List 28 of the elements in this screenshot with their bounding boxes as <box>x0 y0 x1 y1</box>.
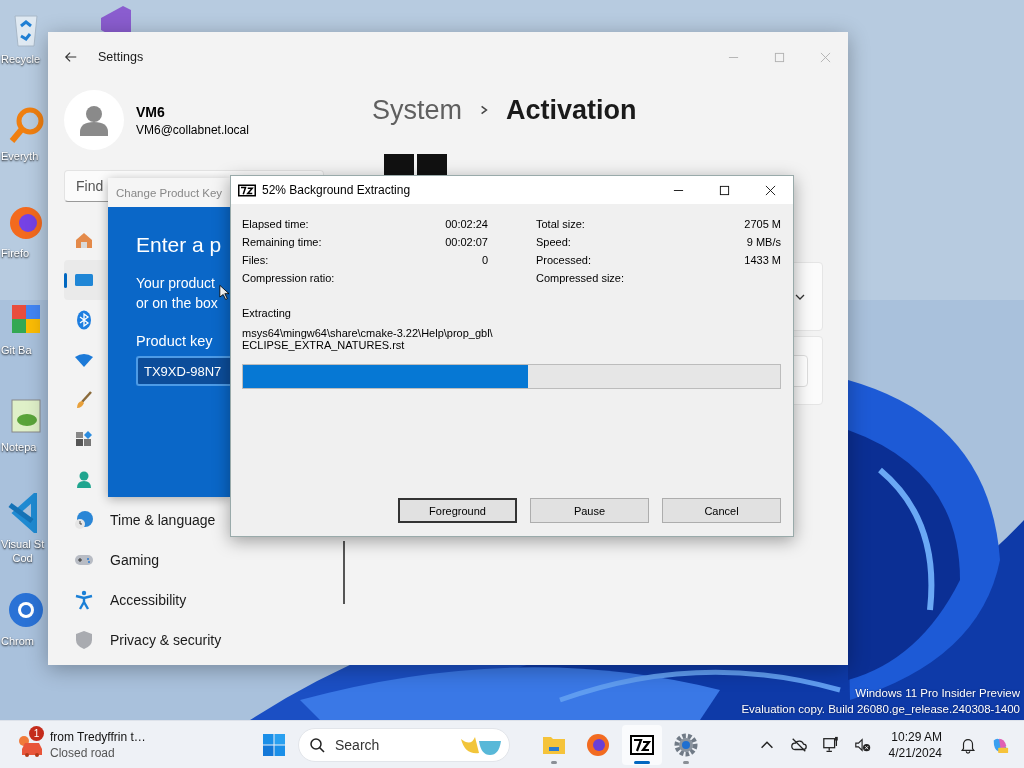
stat-label: Speed: <box>536 235 572 249</box>
page-title: Activation <box>506 94 637 127</box>
dialog-heading: Enter a p <box>136 233 222 257</box>
stat-label: Remaining time: <box>242 235 323 249</box>
window-title: Settings <box>98 50 144 64</box>
status-text: Extracting <box>242 307 292 319</box>
stat-label: Processed: <box>536 253 593 267</box>
notice-text: Evaluation copy. Build 26080.ge_release.240308-1400 <box>741 702 1020 717</box>
window-title: 52% Background Extracting <box>262 183 411 197</box>
notice-text: Windows 11 Pro Insider Preview <box>855 686 1020 701</box>
stat-label: Compressed size: <box>536 271 626 285</box>
user-name: VM6 <box>136 103 166 120</box>
stat-label: Total size: <box>536 217 586 231</box>
count-badge: 1 <box>29 725 44 741</box>
stat-value: 1433 M <box>744 254 781 266</box>
dialog-text: Your product or on the box <box>136 274 218 313</box>
dialog-title: Change Product Key <box>108 178 230 207</box>
stat-label: Compression ratio: <box>242 271 336 285</box>
stat-value: 9 MB/s <box>746 236 781 248</box>
stat-label: Elapsed time: <box>242 217 310 231</box>
stat-value: 2705 M <box>744 218 781 230</box>
stat-value: 00:02:24 <box>445 218 488 230</box>
stat-value: 00:02:07 <box>445 236 488 248</box>
stat-label: Files: <box>242 253 270 267</box>
field-label: Product key <box>136 333 213 349</box>
stat-value: 0 <box>481 254 488 266</box>
file-path: msys64\mingw64\share\cmake-3.22\Help\prop_gbl\ ECLIPSE_EXTRA_NATURES.rst <box>242 327 494 351</box>
user-email: VM6@collabnet.local <box>136 122 249 137</box>
